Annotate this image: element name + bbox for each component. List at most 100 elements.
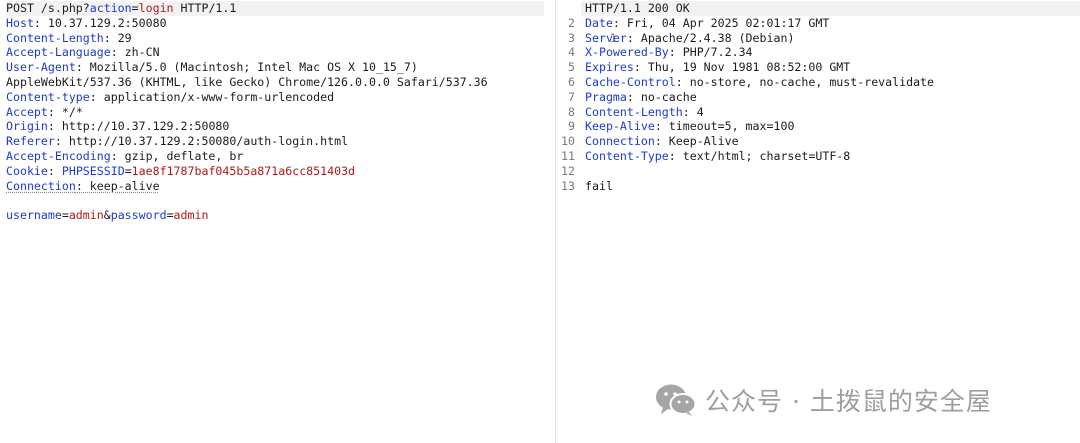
header-sep: : xyxy=(75,60,90,75)
response-line-4: 4 X-Powered-By: PHP/7.2.34 xyxy=(559,45,753,60)
header-value: 4 xyxy=(696,104,704,119)
body-param-name: password xyxy=(110,208,167,223)
response-line-9: 9 Keep-Alive: timeout=5, max=100 xyxy=(559,119,794,134)
response-line-8: 8 Content-Length: 4 xyxy=(559,104,704,120)
header-cookie: Cookie: PHPSESSID=1ae8f1787baf045b5a871a… xyxy=(6,164,544,179)
body-param-eq: = xyxy=(61,208,69,223)
response-header: Expires: Thu, 19 Nov 1981 08:52:00 GMT xyxy=(585,60,850,75)
header-value: 29 xyxy=(117,30,132,45)
header-name: Expires xyxy=(585,60,634,75)
body-param-name: username xyxy=(6,208,62,223)
header-value: Apache/2.4.38 (Debian) xyxy=(640,30,795,45)
request-protocol: HTTP/1.1 xyxy=(173,1,237,15)
response-header: Pragma: no-cache xyxy=(585,90,697,105)
line-number: 9 xyxy=(568,119,575,134)
header-name: Accept-Encoding xyxy=(6,148,111,163)
header-sep: : xyxy=(47,119,62,134)
response-header: Content-Type: text/html; charset=UTF-8 xyxy=(585,149,850,164)
header-name: Server xyxy=(585,30,627,45)
header-name: Keep-Alive xyxy=(585,119,655,134)
header-sep: : xyxy=(33,15,48,30)
header-sep: : xyxy=(682,104,697,119)
response-line-10: 10 Connection: Keep-Alive xyxy=(559,134,739,149)
query-param-value: login xyxy=(138,1,174,15)
query-param-name: action xyxy=(89,1,132,15)
header-sep: : xyxy=(626,89,641,104)
header-value: application/x-www-form-urlencoded xyxy=(103,89,335,104)
header-value: Mozilla/5.0 (Macintosh; Intel Mac OS X 1… xyxy=(89,60,418,75)
response-header: Keep-Alive: timeout=5, max=100 xyxy=(585,119,794,134)
response-text[interactable]: 1 HTTP/1.1 200 OK 2 Date: Fri, 04 Apr 2025… xyxy=(559,1,1080,193)
request-method-path: POST /s.php? xyxy=(6,1,90,15)
response-header: Cache-Control: no-store, no-cache, must-… xyxy=(585,75,934,90)
header-host: Host: 10.37.129.2:50080 xyxy=(6,16,544,31)
response-header: Date: Fri, 04 Apr 2025 02:01:17 GMT xyxy=(585,16,829,31)
header-value: keep-alive xyxy=(89,178,160,193)
header-sep: : xyxy=(89,89,104,104)
header-sep: : xyxy=(103,30,118,45)
watermark-text: 公众号 · 土拨鼠的安全屋 xyxy=(705,387,992,416)
header-accept-encoding: Accept-Encoding: gzip, deflate, br xyxy=(6,149,544,164)
header-sep: : xyxy=(668,148,683,163)
header-value: text/html; charset=UTF-8 xyxy=(682,148,851,163)
pane-divider[interactable] xyxy=(555,0,556,443)
cookie-name: PHPSESSID xyxy=(61,163,125,178)
line-number: 12 xyxy=(561,163,575,178)
query-param-eq: = xyxy=(131,1,139,15)
header-name: Connection xyxy=(585,134,655,149)
line-number: 4 xyxy=(568,45,575,60)
header-sep: : xyxy=(675,74,690,89)
header-sep: : xyxy=(110,148,125,163)
header-sep: : xyxy=(654,134,669,149)
response-viewer[interactable]: 1 HTTP/1.1 200 OK 2 Date: Fri, 04 Apr 2025… xyxy=(559,0,1080,443)
status-line: HTTP/1.1 200 OK xyxy=(585,1,690,15)
header-name: Referer xyxy=(6,134,55,149)
line-number: 10 xyxy=(561,134,575,149)
body-param-value: admin xyxy=(173,208,209,223)
header-value: no-cache xyxy=(640,89,697,104)
response-line-5: 5 Expires: Thu, 19 Nov 1981 08:52:00 GMT xyxy=(559,60,850,75)
header-value: 10.37.129.2:50080 xyxy=(47,15,167,30)
response-line-7: 7 Pragma: no-cache xyxy=(559,90,697,105)
line-number: 2 xyxy=(568,15,575,30)
header-value: http://10.37.129.2:50080 xyxy=(61,119,230,134)
header-name: Cookie xyxy=(6,163,48,178)
header-name: X-Powered-By xyxy=(585,45,669,60)
header-value: Thu, 19 Nov 1981 08:52:00 GMT xyxy=(647,60,851,75)
response-line-11: 11 Content-Type: text/html; charset=UTF-8 xyxy=(559,149,850,164)
header-sep: : xyxy=(47,163,62,178)
header-accept-language: Accept-Language: zh-CN xyxy=(6,45,544,60)
body-param-separator: & xyxy=(103,208,111,223)
request-text[interactable]: POST /s.php?action=login HTTP/1.1 Host: … xyxy=(6,1,544,223)
request-editor[interactable]: POST /s.php?action=login HTTP/1.1 Host: … xyxy=(0,0,555,443)
header-name: Pragma xyxy=(585,89,627,104)
header-name: Content-Length xyxy=(585,104,683,119)
header-value: gzip, deflate, br xyxy=(124,148,244,163)
header-sep: : xyxy=(110,45,125,60)
body-param-value: admin xyxy=(68,208,104,223)
header-value: PHP/7.2.34 xyxy=(682,45,753,60)
response-header: Content-Length: 4 xyxy=(585,105,704,120)
header-sep: : xyxy=(633,60,648,75)
response-header: X-Powered-By: PHP/7.2.34 xyxy=(585,45,753,60)
cookie-eq: = xyxy=(124,163,132,178)
header-name: Accept xyxy=(6,104,48,119)
header-name: Content-Length xyxy=(6,30,104,45)
header-sep: : xyxy=(626,30,641,45)
header-value: no-store, no-cache, must-revalidate xyxy=(689,74,935,89)
response-line-12: 12 xyxy=(559,164,617,179)
line-number: 13 xyxy=(561,178,575,193)
header-value: http://10.37.129.2:50080/auth-login.html xyxy=(68,134,349,149)
header-name: User-Agent xyxy=(6,60,76,75)
header-sep: : xyxy=(54,134,69,149)
response-header: Server: Apache/2.4.38 (Debian) xyxy=(585,31,794,46)
header-origin: Origin: http://10.37.129.2:50080 xyxy=(6,119,544,134)
header-value: zh-CN xyxy=(124,45,160,60)
header-sep: : xyxy=(612,15,627,30)
response-line-2: 2 Date: Fri, 04 Apr 2025 02:01:17 GMT xyxy=(559,15,829,31)
header-name: Origin xyxy=(6,119,48,134)
response-line-3: 3 Server: Apache/2.4.38 (Debian) xyxy=(559,30,794,46)
line-number: 8 xyxy=(568,104,575,119)
line-number: 3 xyxy=(568,30,575,45)
